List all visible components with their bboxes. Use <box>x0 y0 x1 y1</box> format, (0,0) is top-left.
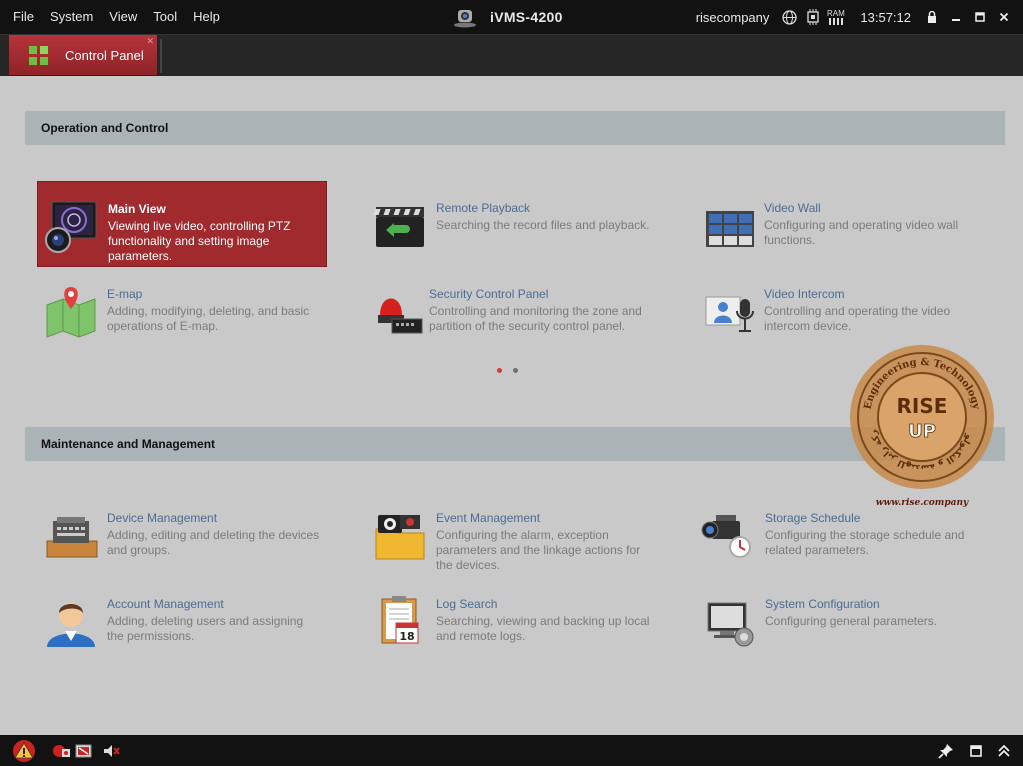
tab-strip: Control Panel ✕ <box>0 34 1023 76</box>
clock: 13:57:12 <box>860 9 911 25</box>
main-view-name: Main View <box>108 202 166 216</box>
user-name: risecompany <box>695 9 770 25</box>
bottom-status-bar <box>0 735 1023 766</box>
tab-close-icon[interactable]: ✕ <box>146 36 154 47</box>
tab-control-panel[interactable]: Control Panel ✕ <box>9 35 157 75</box>
remote-playback-desc: Searching the record files and playback. <box>436 218 650 232</box>
rise-up-watermark: Engineering & Technology شركة رايز للهند… <box>843 334 996 511</box>
storage-schedule-name: Storage Schedule <box>765 511 861 525</box>
watermark-logo-line1: RISE <box>897 394 948 418</box>
control-panel-grid-icon <box>29 45 48 65</box>
minimize-button[interactable] <box>945 6 967 28</box>
account-user-icon <box>43 593 99 649</box>
menu-tool[interactable]: Tool <box>145 0 185 34</box>
remote-playback-icon <box>372 197 428 253</box>
system-configuration-desc: Configuring general parameters. <box>765 614 938 628</box>
alarm-warning-icon[interactable] <box>12 739 36 763</box>
close-button[interactable] <box>993 6 1015 28</box>
lock-icon <box>928 11 936 23</box>
log-search-name: Log Search <box>436 597 498 611</box>
camera-logo-icon <box>452 6 478 28</box>
system-configuration-item[interactable]: System Configuration Configuring general… <box>694 577 984 663</box>
watermark-url: www.rise.company <box>876 498 969 508</box>
page-indicator <box>497 368 529 373</box>
cpu-icon <box>804 9 821 26</box>
video-wall-name: Video Wall <box>764 201 821 215</box>
e-map-desc: Adding, modifying, deleting, and basic o… <box>107 304 310 333</box>
svg-text:18: 18 <box>399 630 414 643</box>
section-header-operation: Operation and Control <box>25 111 1005 145</box>
collapse-icon[interactable] <box>994 741 1014 761</box>
storage-schedule-desc: Configuring the storage schedule and rel… <box>765 528 965 557</box>
lock-button[interactable] <box>921 6 943 28</box>
video-wall-item[interactable]: Video Wall Configuring and operating vid… <box>694 181 984 267</box>
tab-label: Control Panel <box>65 47 144 63</box>
account-management-item[interactable]: Account Management Adding, deleting user… <box>37 577 327 663</box>
main-view-desc: Viewing live video, controlling PTZ func… <box>108 219 291 263</box>
alarm-event-icon[interactable] <box>51 741 71 761</box>
event-management-icon <box>372 507 428 563</box>
remote-playback-item[interactable]: Remote Playback Searching the record fil… <box>366 181 656 267</box>
menu-help[interactable]: Help <box>185 0 228 34</box>
video-wall-icon <box>700 197 756 253</box>
device-management-name: Device Management <box>107 511 218 525</box>
watermark-logo-line2: UP <box>908 421 936 442</box>
pin-icon[interactable] <box>936 741 956 761</box>
e-map-icon <box>43 283 99 339</box>
e-map-item[interactable]: E-map Adding, modifying, deleting, and b… <box>37 267 327 353</box>
video-wall-desc: Configuring and operating video wall fun… <box>764 218 959 247</box>
event-management-item[interactable]: Event Management Configuring the alarm, … <box>366 491 656 577</box>
ram-icon: RAM <box>827 8 845 26</box>
security-control-panel-item[interactable]: Security Control Panel Controlling and m… <box>366 267 656 353</box>
system-configuration-icon <box>700 593 756 649</box>
log-search-icon: 18 <box>372 593 428 649</box>
system-configuration-name: System Configuration <box>765 597 880 611</box>
device-management-icon <box>43 507 99 563</box>
security-control-panel-desc: Controlling and monitoring the zone and … <box>429 304 642 333</box>
main-view-icon <box>44 198 100 254</box>
control-panel-content: Operation and Control Main View Viewing … <box>0 76 1023 735</box>
remote-playback-name: Remote Playback <box>436 201 531 215</box>
menu-system[interactable]: System <box>42 0 101 34</box>
app-title: iVMS-4200 <box>452 0 563 34</box>
menu-file[interactable]: File <box>5 0 42 34</box>
video-intercom-name: Video Intercom <box>764 287 845 301</box>
status-area: risecompany RAM 13:57:12 <box>696 0 1023 34</box>
page-dot-1[interactable] <box>497 368 502 373</box>
video-intercom-desc: Controlling and operating the video inte… <box>764 304 951 333</box>
page-dot-2[interactable] <box>513 368 518 373</box>
close-icon <box>999 12 1009 22</box>
log-search-item[interactable]: 18 Log Search Searching, viewing and bac… <box>366 577 656 663</box>
main-view-item[interactable]: Main View Viewing live video, controllin… <box>37 181 327 267</box>
e-map-name: E-map <box>107 287 143 301</box>
title-bar: File System View Tool Help iVMS-4200 ris… <box>0 0 1023 34</box>
log-search-desc: Searching, viewing and backing up local … <box>436 614 650 643</box>
security-alarm-icon <box>372 283 428 339</box>
maximize-icon <box>975 12 985 22</box>
security-control-panel-name: Security Control Panel <box>429 287 549 301</box>
storage-schedule-icon <box>700 507 756 563</box>
account-management-desc: Adding, deleting users and assigning the… <box>107 614 304 643</box>
network-globe-icon <box>781 9 798 26</box>
minimize-icon <box>952 19 960 21</box>
account-management-name: Account Management <box>107 597 224 611</box>
menu-view[interactable]: View <box>101 0 145 34</box>
maximize-icon[interactable] <box>966 741 986 761</box>
video-loss-icon[interactable] <box>74 741 94 761</box>
maximize-button[interactable] <box>969 6 991 28</box>
tab-divider <box>160 39 162 73</box>
device-management-item[interactable]: Device Management Adding, editing and de… <box>37 491 327 577</box>
app-title-text: iVMS-4200 <box>490 9 563 25</box>
device-management-desc: Adding, editing and deleting the devices… <box>107 528 320 557</box>
menu-bar: File System View Tool Help <box>0 0 228 34</box>
ram-label: RAM <box>827 8 845 18</box>
video-intercom-icon <box>700 283 756 339</box>
mute-icon[interactable] <box>101 741 121 761</box>
event-management-desc: Configuring the alarm, exception paramet… <box>436 528 641 572</box>
event-management-name: Event Management <box>436 511 541 525</box>
